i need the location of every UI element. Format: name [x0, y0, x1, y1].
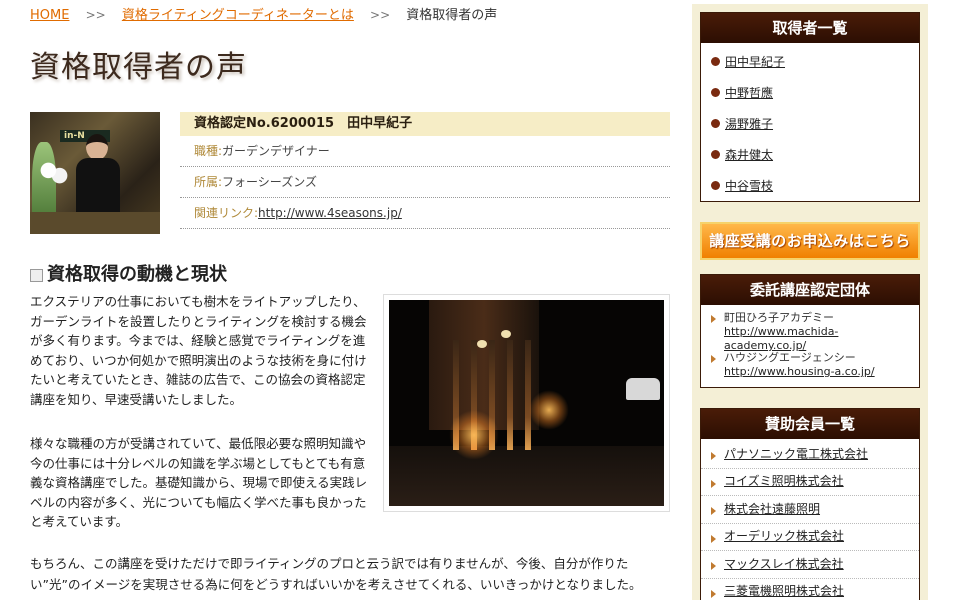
profile-occupation: 職種:ガーデンデザイナー: [180, 136, 670, 167]
org-name: ハウジングエージェンシー: [724, 351, 856, 364]
photo-wall: [429, 300, 539, 430]
body-paragraph: エクステリアの仕事においても樹木をライトアップしたり、ガーデンライトを設置したり…: [30, 294, 367, 407]
profile-name: 資格認定No.6200015 田中早紀子: [180, 112, 670, 136]
triangle-bullet-icon: [711, 479, 716, 488]
profile-info: 資格認定No.6200015 田中早紀子 職種:ガーデンデザイナー 所属:フォー…: [180, 112, 670, 229]
triangle-bullet-icon: [711, 589, 716, 598]
holders-list: 田中早紀子 中野哲應 湯野雅子 森井健太 中谷雪枝: [701, 43, 919, 206]
breadcrumb-home-link[interactable]: HOME: [30, 8, 69, 23]
holder-link[interactable]: 湯野雅子: [725, 113, 773, 135]
photo-ground: [389, 446, 664, 506]
related-link[interactable]: http://www.4seasons.jp/: [258, 206, 402, 220]
holder-link[interactable]: 森井健太: [725, 144, 773, 166]
triangle-bullet-icon: [711, 562, 716, 571]
breadcrumb-separator: >>: [85, 8, 106, 22]
garden-lighting-photo: [383, 294, 670, 512]
bullet-circle-icon: [711, 119, 720, 128]
sponsors-list: パナソニック電工株式会社 コイズミ照明株式会社 株式会社遠藤照明 オーデリック株…: [701, 439, 919, 600]
affiliation-label: 所属:: [194, 175, 223, 189]
certified-orgs-box: 委託講座認定団体 町田ひろ子アカデミー http://www.machida-a…: [700, 274, 920, 388]
occupation-label: 職種:: [194, 144, 223, 158]
main-content: HOME >> 資格ライティングコーディネーターとは >> 資格取得者の声 資格…: [30, 0, 670, 600]
list-item: コイズミ照明株式会社: [701, 468, 919, 496]
sponsor-link[interactable]: マックスレイ株式会社: [724, 551, 844, 578]
list-item: 中谷雪枝: [701, 175, 919, 206]
list-item: 町田ひろ子アカデミー http://www.machida-academy.co…: [701, 305, 919, 352]
holders-title: 取得者一覧: [701, 13, 919, 43]
sponsor-link[interactable]: オーデリック株式会社: [724, 523, 844, 550]
body-paragraph: 様々な職種の方が受講されていて、最低限必要な照明知識や今の仕事には十分レベルの知…: [30, 436, 368, 530]
holder-link[interactable]: 中野哲應: [725, 82, 773, 104]
sponsor-link[interactable]: 株式会社遠藤照明: [724, 496, 820, 523]
holder-link[interactable]: 田中早紀子: [725, 51, 785, 73]
org-link[interactable]: http://www.housing-a.co.jp/: [724, 365, 875, 379]
list-item: パナソニック電工株式会社: [701, 441, 919, 469]
breadcrumb: HOME >> 資格ライティングコーディネーターとは >> 資格取得者の声: [30, 4, 497, 23]
checkbox-square-icon: [30, 268, 43, 282]
sponsor-link[interactable]: コイズミ照明株式会社: [724, 468, 844, 495]
page-title: 資格取得者の声: [30, 50, 247, 85]
breadcrumb-current: 資格取得者の声: [406, 8, 498, 23]
occupation-value: ガーデンデザイナー: [222, 144, 330, 158]
sponsor-link[interactable]: パナソニック電工株式会社: [724, 441, 868, 468]
apply-course-button[interactable]: 講座受講のお申込みはこちら: [700, 222, 920, 260]
list-item: マックスレイ株式会社: [701, 551, 919, 579]
photo-car: [626, 378, 660, 400]
list-item: 株式会社遠藤照明: [701, 496, 919, 524]
affiliation-value: フォーシーズンズ: [222, 175, 317, 189]
sponsors-title: 賛助会員一覧: [701, 409, 919, 439]
org-link[interactable]: http://www.machida-academy.co.jp/: [724, 325, 919, 353]
list-item: オーデリック株式会社: [701, 523, 919, 551]
bullet-circle-icon: [711, 57, 720, 66]
holder-link[interactable]: 中谷雪枝: [725, 175, 773, 197]
triangle-bullet-icon: [711, 507, 716, 516]
profile-affiliation: 所属:フォーシーズンズ: [180, 167, 670, 198]
profile-link-row: 関連リンク:http://www.4seasons.jp/: [180, 198, 670, 229]
list-item: 田中早紀子: [701, 51, 919, 82]
sidebar: 取得者一覧 田中早紀子 中野哲應 湯野雅子 森井健太 中谷雪枝 講座受講のお申込…: [692, 4, 928, 600]
sponsors-box: 賛助会員一覧 パナソニック電工株式会社 コイズミ照明株式会社 株式会社遠藤照明 …: [700, 408, 920, 600]
triangle-bullet-icon: [711, 355, 716, 363]
org-name: 町田ひろ子アカデミー: [724, 311, 834, 324]
sponsor-link[interactable]: 三菱電機照明株式会社: [724, 578, 844, 600]
orgs-title: 委託講座認定団体: [701, 275, 919, 305]
holders-list-box: 取得者一覧 田中早紀子 中野哲應 湯野雅子 森井健太 中谷雪枝: [700, 12, 920, 202]
section-heading: 資格取得の動機と現状: [30, 260, 227, 286]
photo-flowers: [40, 160, 68, 186]
list-item: 中野哲應: [701, 82, 919, 113]
breadcrumb-separator: >>: [370, 8, 391, 22]
triangle-bullet-icon: [711, 315, 716, 323]
breadcrumb-parent-link[interactable]: 資格ライティングコーディネーターとは: [122, 8, 354, 23]
bullet-circle-icon: [711, 181, 720, 190]
triangle-bullet-icon: [711, 534, 716, 543]
photo-table: [30, 212, 160, 234]
list-item: 湯野雅子: [701, 113, 919, 144]
related-link-label: 関連リンク:: [194, 206, 259, 220]
body-paragraph: もちろん、この講座を受けただけで即ライティングのプロと云う訳では有りませんが、今…: [30, 556, 642, 592]
profile-photo: in-N: [30, 112, 160, 234]
section-heading-text: 資格取得の動機と現状: [47, 264, 227, 285]
list-item: 三菱電機照明株式会社: [701, 579, 919, 600]
bullet-circle-icon: [711, 150, 720, 159]
triangle-bullet-icon: [711, 452, 716, 461]
list-item: 森井健太: [701, 144, 919, 175]
bullet-circle-icon: [711, 88, 720, 97]
